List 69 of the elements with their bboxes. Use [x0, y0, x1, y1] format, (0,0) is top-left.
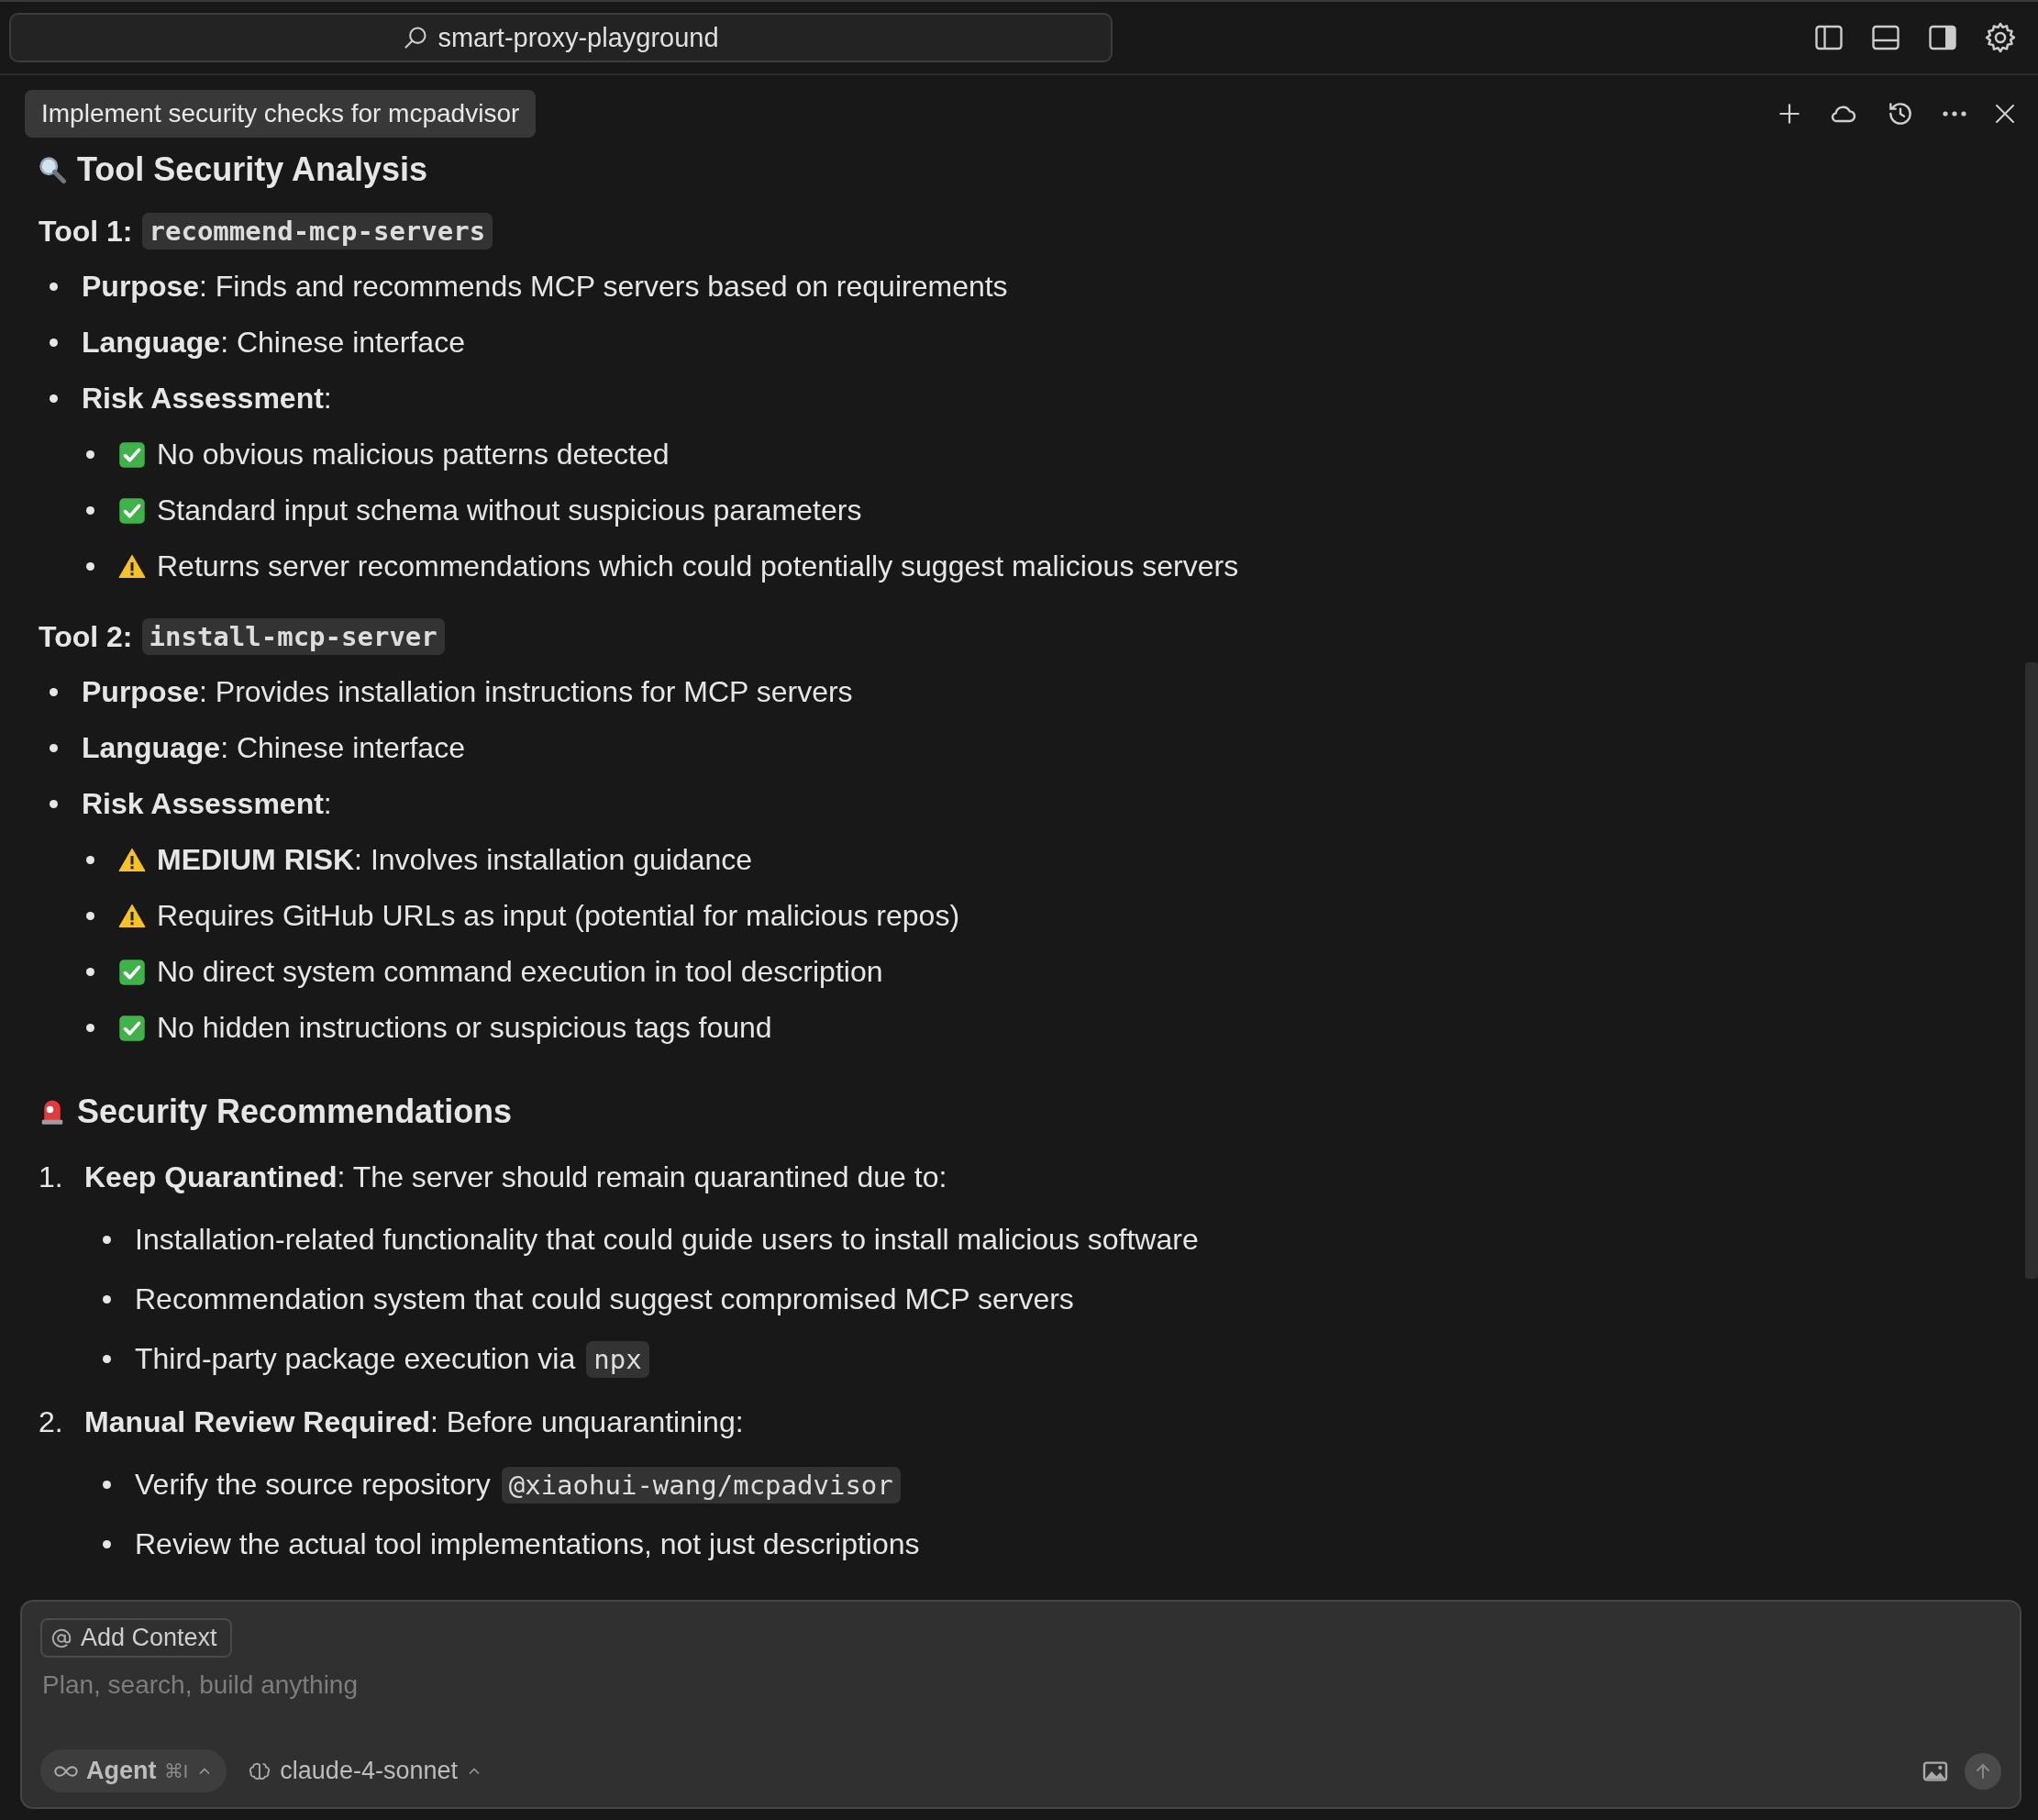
bullet-icon [50, 744, 58, 752]
warning-icon [118, 902, 146, 930]
bullet-icon [86, 912, 94, 920]
bullet-icon [50, 338, 58, 347]
inline-code: @xiaohui-wang/mcpadvisor [501, 1466, 901, 1504]
bullet-icon [103, 1355, 111, 1363]
bullet-icon [50, 800, 58, 808]
section-heading: Security Recommendations [77, 1093, 513, 1131]
bullet-icon [50, 394, 58, 403]
list-item-text: Third-party package execution via [135, 1342, 576, 1376]
list-item-text: Purpose: Provides installation instructions for MCP servers [82, 675, 853, 709]
list-item-text: Review the actual tool implementations, not just descriptions [135, 1527, 920, 1561]
list-item-text: Keep Quarantined: The server should remain quarantined due to: [84, 1160, 947, 1194]
list-item-text: Risk Assessment: [82, 787, 332, 821]
model-selector[interactable]: claude-4-sonnet [241, 1756, 489, 1786]
bullet-icon [103, 1540, 111, 1548]
inline-code: npx [586, 1340, 649, 1378]
list-item-text: No obvious malicious patterns detected [157, 438, 670, 472]
list-item-text: Verify the source repository [135, 1468, 491, 1502]
shortcut-hint: ⌘I [163, 1759, 189, 1782]
list-item-text: Risk Assessment: [82, 382, 332, 416]
tool-name: install-mcp-server [141, 618, 445, 655]
list-item-text: Requires GitHub URLs as input (potential for malicious repos) [157, 899, 960, 933]
list-item-text: No direct system command execution in tool description [157, 955, 883, 989]
bullet-icon [86, 450, 94, 459]
search-field[interactable]: smart-proxy-playground [9, 13, 1113, 62]
list-number: 1. [39, 1160, 64, 1194]
bullet-icon [86, 506, 94, 515]
bullet-icon [103, 1236, 111, 1244]
check-icon [118, 496, 146, 525]
bullet-icon [50, 283, 58, 291]
list-item-text: MEDIUM RISK: Involves installation guidance [157, 843, 753, 877]
prompt-input[interactable]: Plan, search, build anything [40, 1670, 778, 1700]
list-item-text: Purpose: Finds and recommends MCP servers based on requirements [82, 270, 1008, 304]
close-icon [1994, 103, 2016, 125]
bullet-icon [103, 1481, 111, 1489]
plus-icon [1778, 102, 1801, 126]
list-item-text: No hidden instructions or suspicious tags found [157, 1011, 772, 1045]
list-item-text: Recommendation system that could suggest compromised MCP servers [135, 1282, 1074, 1316]
more-icon [1943, 111, 1966, 117]
list-item-text: Installation-related functionality that could guide users to install malicious software [135, 1223, 1199, 1257]
bullet-icon [86, 1024, 94, 1032]
search-icon [403, 25, 429, 50]
bullet-icon [50, 688, 58, 696]
bullet-icon [86, 856, 94, 864]
warning-icon [118, 552, 146, 581]
bullet-icon [103, 1295, 111, 1304]
tool-name: recommend-mcp-servers [141, 213, 493, 250]
section-heading: Tool Security Analysis [77, 150, 428, 189]
check-icon [118, 958, 146, 986]
settings-icon [1983, 20, 2018, 55]
warning-icon [118, 846, 146, 874]
list-item-text: Language: Chinese interface [82, 326, 465, 360]
bullet-icon [86, 968, 94, 976]
check-icon [118, 440, 146, 469]
magnifier-icon [39, 156, 66, 183]
tool-label: Tool 2: [39, 619, 133, 654]
list-item-text: Returns server recommendations which could potentially suggest malicious servers [157, 549, 1239, 583]
check-icon [118, 1014, 146, 1042]
add-context-button[interactable]: Add Context [40, 1618, 232, 1658]
bullet-icon [86, 562, 94, 571]
list-item-text: Manual Review Required: Before unquarantining: [84, 1404, 744, 1439]
chat-tab[interactable]: Implement security checks for mcpadvisor [25, 90, 537, 138]
list-number: 2. [39, 1404, 64, 1439]
agent-mode-button[interactable]: Agent ⌘I [40, 1749, 227, 1792]
list-item-text: Language: Chinese interface [82, 731, 465, 765]
tool-label: Tool 1: [39, 214, 133, 249]
list-item-text: Standard input schema without suspicious parameters [157, 494, 862, 527]
search-text: smart-proxy-playground [438, 22, 719, 53]
